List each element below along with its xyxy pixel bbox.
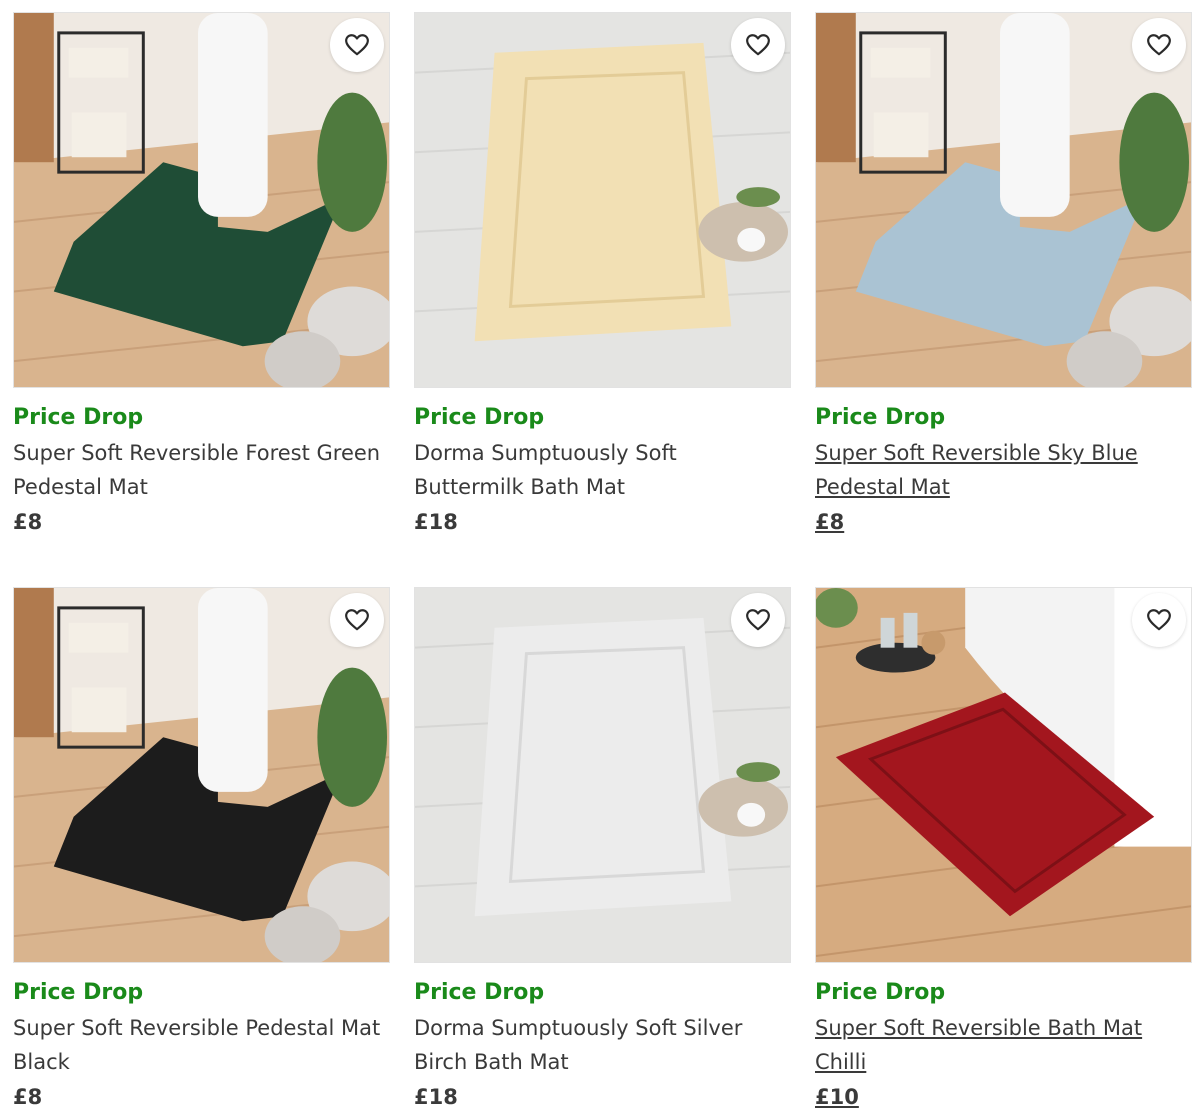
- wishlist-button[interactable]: [1132, 18, 1186, 72]
- wishlist-button[interactable]: [731, 18, 785, 72]
- product-name-link[interactable]: Super Soft Reversible Pedestal Mat Black: [13, 1011, 390, 1079]
- heart-icon: [1147, 34, 1171, 56]
- product-price: £8: [13, 1085, 43, 1109]
- product-grid: Price Drop Super Soft Reversible Forest …: [0, 0, 1200, 1120]
- product-image[interactable]: [815, 12, 1192, 388]
- product-price: £18: [414, 510, 458, 534]
- pedestal-mat-photo: [14, 588, 389, 962]
- product-price: £10: [815, 1085, 859, 1109]
- product-image[interactable]: [815, 587, 1192, 963]
- product-card: Price Drop Super Soft Reversible Forest …: [13, 12, 390, 537]
- price-drop-badge: Price Drop: [13, 405, 144, 430]
- product-image[interactable]: [13, 587, 390, 963]
- product-price: £8: [13, 510, 43, 534]
- product-card: Price Drop Super Soft Reversible Bath Ma…: [815, 587, 1192, 1112]
- bath-mat-photo: [415, 588, 790, 962]
- product-price: £18: [414, 1085, 458, 1109]
- product-card: Price Drop Dorma Sumptuously Soft Silver…: [414, 587, 791, 1112]
- product-card: Price Drop Dorma Sumptuously Soft Butter…: [414, 12, 791, 537]
- product-name-link[interactable]: Super Soft Reversible Sky Blue Pedestal …: [815, 436, 1192, 504]
- price-drop-badge: Price Drop: [414, 405, 545, 430]
- price-drop-badge: Price Drop: [815, 980, 946, 1005]
- product-image[interactable]: [414, 12, 791, 388]
- wishlist-button[interactable]: [330, 18, 384, 72]
- wishlist-button[interactable]: [1132, 593, 1186, 647]
- price-drop-badge: Price Drop: [815, 405, 946, 430]
- product-image[interactable]: [414, 587, 791, 963]
- wishlist-button[interactable]: [731, 593, 785, 647]
- product-image[interactable]: [13, 12, 390, 388]
- pedestal-mat-photo: [816, 13, 1191, 387]
- bath-mat-photo: [816, 588, 1191, 962]
- price-drop-badge: Price Drop: [414, 980, 545, 1005]
- product-price: £8: [815, 510, 845, 534]
- heart-icon: [1147, 609, 1171, 631]
- heart-icon: [746, 609, 770, 631]
- product-name-link[interactable]: Dorma Sumptuously Soft Silver Birch Bath…: [414, 1011, 791, 1079]
- product-name-link[interactable]: Dorma Sumptuously Soft Buttermilk Bath M…: [414, 436, 791, 504]
- wishlist-button[interactable]: [330, 593, 384, 647]
- product-name-link[interactable]: Super Soft Reversible Bath Mat Chilli: [815, 1011, 1192, 1079]
- product-card: Price Drop Super Soft Reversible Sky Blu…: [815, 12, 1192, 537]
- pedestal-mat-photo: [14, 13, 389, 387]
- product-name-link[interactable]: Super Soft Reversible Forest Green Pedes…: [13, 436, 390, 504]
- bath-mat-photo: [415, 13, 790, 387]
- heart-icon: [746, 34, 770, 56]
- heart-icon: [345, 34, 369, 56]
- heart-icon: [345, 609, 369, 631]
- price-drop-badge: Price Drop: [13, 980, 144, 1005]
- product-card: Price Drop Super Soft Reversible Pedesta…: [13, 587, 390, 1112]
